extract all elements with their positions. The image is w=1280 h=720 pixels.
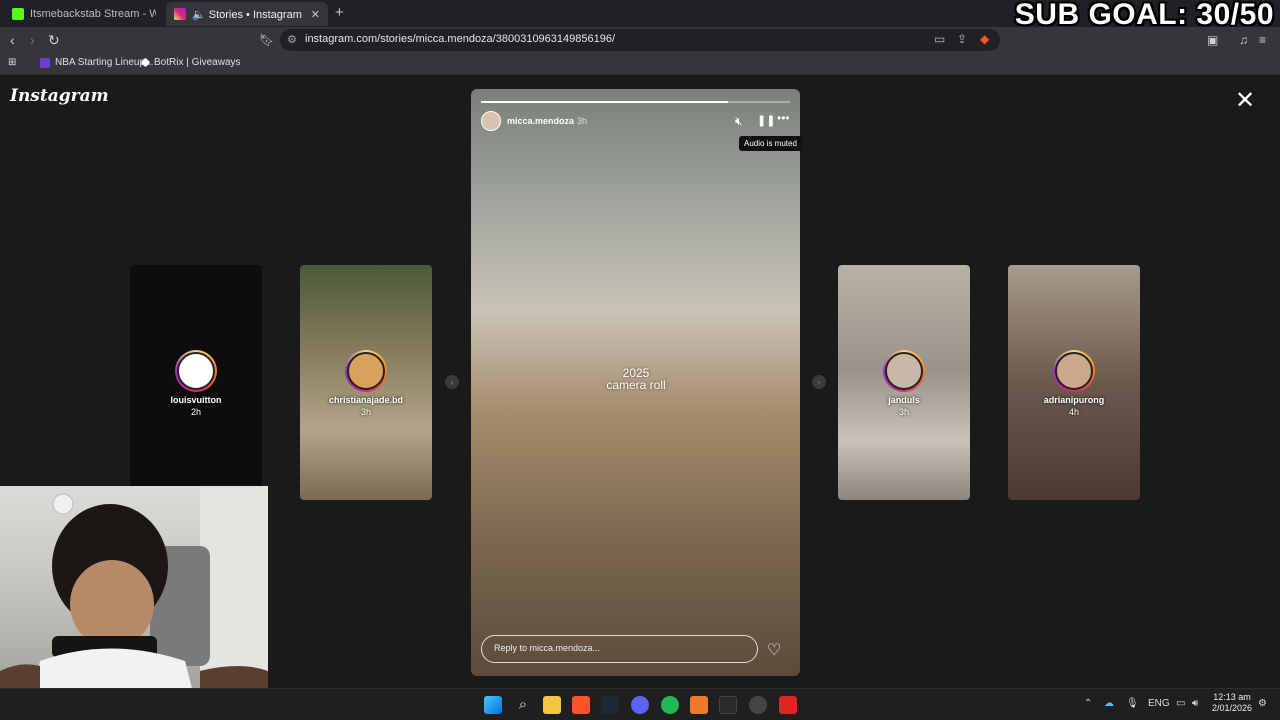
next-story-arrow[interactable]: › — [812, 375, 826, 389]
search-icon[interactable]: ⌕ — [514, 696, 532, 714]
story-header: micca.mendoza 3h 🔇︎ ❚❚ ••• — [481, 111, 790, 133]
file-explorer-icon[interactable] — [543, 696, 561, 714]
preview-time: 2h — [190, 407, 201, 417]
terminal-icon[interactable] — [719, 696, 737, 714]
instagram-logo[interactable]: Instagram — [10, 86, 109, 106]
clock-time: 12:13 am — [1213, 692, 1251, 702]
story-progress-bar — [481, 101, 790, 103]
new-tab-button[interactable]: + — [335, 4, 344, 21]
preview-time: 4h — [1068, 407, 1079, 417]
media-icon[interactable]: ♫ — [1239, 32, 1248, 48]
clock-date: 2/01/2026 — [1211, 703, 1253, 713]
volume-icon[interactable]: 🔊︎ — [1192, 698, 1198, 709]
heart-icon[interactable]: ♡ — [767, 640, 781, 660]
active-story[interactable]: micca.mendoza 3h 🔇︎ ❚❚ ••• 2025 camera r… — [471, 89, 800, 676]
story-preview-janduls[interactable]: janduls 3h — [838, 265, 970, 500]
brave-icon[interactable] — [572, 696, 590, 714]
bookmark-icon[interactable]: 🔖︎ — [259, 32, 274, 48]
bookmark-botrix[interactable]: BotRix | Giveaways — [140, 57, 241, 68]
apps-grid-icon[interactable]: ⊞ — [8, 57, 16, 68]
twitch-icon — [40, 57, 50, 68]
language-indicator[interactable]: ENG — [1148, 698, 1170, 709]
bookmark-label: BotRix | Giveaways — [154, 57, 241, 68]
windows-start-icon[interactable] — [484, 696, 502, 714]
onedrive-icon[interactable]: ☁︎ — [1104, 698, 1114, 709]
cast-icon[interactable]: ▭ — [934, 32, 945, 46]
previous-story-arrow[interactable]: ‹ — [445, 375, 459, 389]
screen: Itsmebackstab Stream - Watch Live o 🔈 St… — [0, 0, 1280, 720]
story-preview-adrianipurong[interactable]: adrianipurong 4h — [1008, 265, 1140, 500]
preview-username: louisvuitton — [170, 395, 222, 405]
tab-close-icon[interactable]: ✕ — [311, 8, 320, 21]
tray-chevron-icon[interactable]: ⌃ — [1084, 698, 1092, 709]
avatar — [175, 350, 217, 392]
more-icon[interactable]: ••• — [777, 111, 790, 125]
tab-title: 🔈 Stories • Instagram — [192, 8, 302, 21]
share-icon[interactable]: ⇪ — [957, 32, 967, 46]
steam-icon[interactable] — [601, 696, 619, 714]
back-icon[interactable]: ‹ — [10, 32, 15, 48]
story-time: 3h — [577, 116, 588, 126]
close-stories-button[interactable]: ✕ — [1235, 89, 1255, 113]
story-text-sticker: 2025 camera roll — [571, 367, 701, 391]
menu-icon[interactable]: ≡ — [1259, 32, 1266, 48]
reply-field[interactable] — [481, 635, 758, 663]
preview-time: 3h — [360, 407, 371, 417]
spotify-icon[interactable] — [661, 696, 679, 714]
muted-speaker-icon[interactable]: 🔇︎ — [735, 114, 743, 129]
app-icon[interactable] — [690, 696, 708, 714]
preview-username: adrianipurong — [1043, 395, 1105, 405]
forward-icon[interactable]: › — [30, 32, 35, 48]
sidebar-icon[interactable]: ▣ — [1207, 32, 1218, 48]
avatar[interactable] — [481, 111, 501, 131]
system-clock[interactable]: 12:13 am 2/01/2026 — [1210, 692, 1254, 714]
app-icon[interactable] — [779, 696, 797, 714]
obs-icon[interactable] — [749, 696, 767, 714]
webcam-image — [0, 486, 268, 720]
bookmark-label: NBA Starting Lineup... — [55, 57, 154, 68]
pause-icon[interactable]: ❚❚ — [757, 114, 775, 127]
preview-username: janduls — [888, 395, 920, 405]
brave-shield-icon[interactable]: ◆ — [980, 32, 989, 46]
story-text-line: camera roll — [606, 378, 666, 392]
story-preview-christianajade[interactable]: christianajade.bd 3h — [300, 265, 432, 500]
address-bar[interactable]: ⚙︎ instagram.com/stories/micca.mendoza/3… — [280, 29, 1000, 51]
avatar — [883, 350, 925, 392]
browser-toolbar: ‹ › ↻ 🔖︎ ⚙︎ instagram.com/stories/micca.… — [0, 27, 1280, 53]
site-info-icon[interactable]: ⚙︎ — [287, 33, 297, 46]
preview-time: 3h — [898, 407, 909, 417]
avatar — [345, 350, 387, 392]
tab-instagram-stories[interactable]: 🔈 Stories • Instagram ✕ — [166, 2, 328, 26]
notification-icon[interactable]: ⚙︎ — [1258, 698, 1267, 709]
preview-username: christianajade.bd — [328, 395, 404, 405]
reload-icon[interactable]: ↻ — [48, 32, 60, 48]
bookmarks-bar: ⊞ NBA Starting Lineup... BotRix | Giveaw… — [0, 53, 1280, 75]
audio-muted-tooltip: Audio is muted — [739, 136, 802, 151]
botrix-icon — [140, 57, 151, 68]
network-icon[interactable]: ▭ — [1176, 698, 1185, 709]
microphone-icon[interactable]: 🎙︎ — [1126, 698, 1139, 709]
story-username[interactable]: micca.mendoza — [507, 116, 574, 126]
windows-taskbar: ⌕ ⌃ ☁︎ 🎙︎ ENG ▭ 🔊︎ 12:13 am 2/01/2026 ⚙︎ — [0, 688, 1280, 720]
avatar — [1053, 350, 1095, 392]
instagram-icon — [174, 8, 186, 20]
story-preview-louisvuitton[interactable]: louisvuitton 2h — [130, 265, 262, 500]
discord-icon[interactable] — [631, 696, 649, 714]
url-text: instagram.com/stories/micca.mendoza/3800… — [305, 33, 616, 45]
kick-icon — [12, 8, 24, 20]
reply-input[interactable] — [494, 643, 744, 653]
tab-kick-stream[interactable]: Itsmebackstab Stream - Watch Live o — [4, 2, 164, 26]
webcam-overlay — [0, 486, 268, 720]
bookmark-nba[interactable]: NBA Starting Lineup... — [40, 57, 153, 68]
tab-title: Itsmebackstab Stream - Watch Live o — [30, 8, 156, 20]
